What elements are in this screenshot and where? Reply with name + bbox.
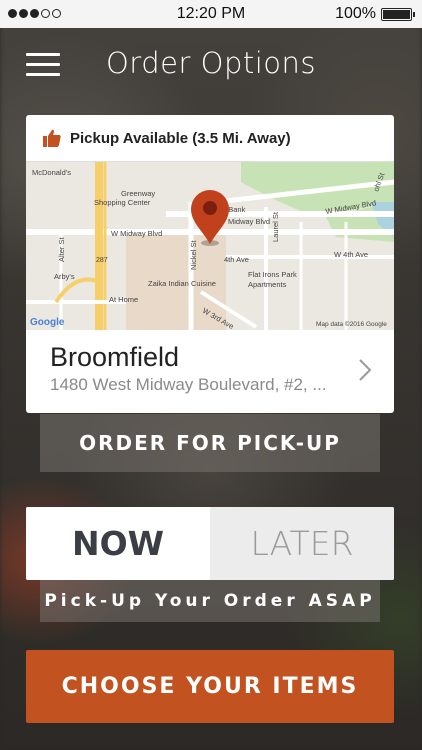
map-label: At Home bbox=[109, 295, 138, 304]
map-label: 4th Ave bbox=[224, 255, 249, 264]
pickup-availability-text: Pickup Available (3.5 Mi. Away) bbox=[70, 129, 291, 147]
map-label: McDonald's bbox=[32, 168, 71, 177]
map-label: Apartments bbox=[248, 280, 287, 289]
timing-toggle: NOW LATER bbox=[26, 507, 394, 580]
map-label: Midway Blvd bbox=[228, 217, 270, 226]
location-map[interactable]: McDonald's Greenway Shopping Center o Ba… bbox=[26, 162, 394, 330]
location-name: Broomfield bbox=[50, 342, 180, 372]
map-label: 287 bbox=[96, 257, 108, 264]
pickup-availability: Pickup Available (3.5 Mi. Away) bbox=[26, 115, 394, 162]
map-attribution: Map data ©2016 Google bbox=[316, 320, 387, 328]
map-label: Nickel St bbox=[189, 239, 198, 270]
hamburger-menu-icon[interactable] bbox=[26, 53, 60, 76]
location-address: 1480 West Midway Boulevard, #2, ... bbox=[50, 375, 327, 394]
map-label: Alter St bbox=[57, 236, 66, 262]
map-label: Arby's bbox=[54, 272, 75, 281]
page-title: Order Options bbox=[105, 46, 317, 80]
later-option[interactable]: LATER bbox=[210, 507, 394, 580]
chevron-right-icon bbox=[359, 359, 372, 381]
location-card: Pickup Available (3.5 Mi. Away) McDonald… bbox=[26, 115, 394, 413]
battery-percent: 100% bbox=[335, 5, 376, 22]
map-label: Shopping Center bbox=[94, 198, 151, 207]
location-details[interactable]: Broomfield 1480 West Midway Boulevard, #… bbox=[26, 330, 394, 413]
thumbs-up-icon bbox=[43, 129, 61, 147]
map-label: W 4th Ave bbox=[334, 250, 368, 259]
choose-items-button[interactable]: CHOOSE YOUR ITEMS bbox=[26, 650, 394, 723]
timing-hint: Pick-Up Your Order ASAP bbox=[40, 580, 380, 622]
google-logo: Google bbox=[30, 317, 65, 328]
map-label: W Midway Blvd bbox=[111, 229, 162, 238]
map-label: Flat Irons Park bbox=[248, 270, 297, 279]
map-label: Zaika Indian Cuisine bbox=[148, 279, 216, 288]
battery-icon bbox=[381, 8, 415, 21]
map-label: Greenway bbox=[121, 189, 155, 198]
map-label: Laurel St bbox=[271, 211, 280, 242]
status-bar: 12:20 PM 100% bbox=[0, 0, 422, 28]
order-type-button[interactable]: ORDER FOR PICK-UP bbox=[40, 414, 380, 472]
now-option[interactable]: NOW bbox=[26, 507, 210, 580]
